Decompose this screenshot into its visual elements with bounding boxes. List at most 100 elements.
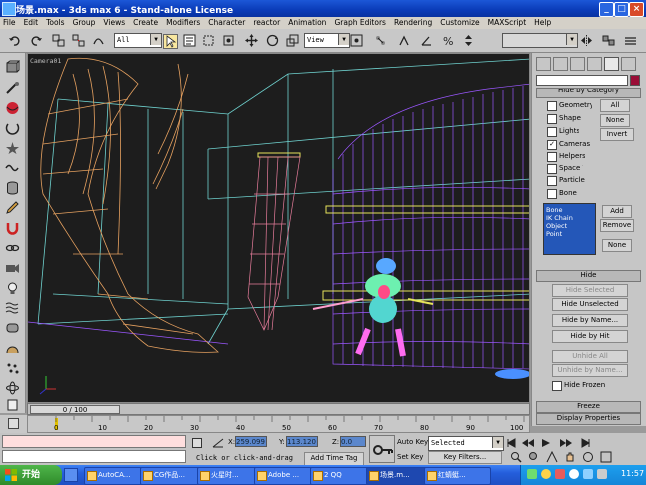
mini-curve-editor-icon[interactable] <box>8 418 19 429</box>
menu-modifiers[interactable]: Modifiers <box>162 17 204 29</box>
time-slider[interactable]: 0 / 100 <box>27 403 530 415</box>
chain-icon[interactable] <box>5 241 20 255</box>
menu-character[interactable]: Character <box>204 17 249 29</box>
list-item[interactable]: Bone <box>546 206 593 214</box>
maximize-viewport-icon[interactable] <box>600 451 612 463</box>
object-name-field[interactable] <box>536 75 628 86</box>
tray-icon[interactable] <box>527 469 537 479</box>
reference-coordinate-dropdown[interactable]: View ▼ <box>304 33 350 48</box>
scale-icon[interactable] <box>286 34 299 47</box>
menu-tools[interactable]: Tools <box>42 17 68 29</box>
auto-key-button[interactable]: Auto Key <box>397 438 428 447</box>
wave-icon[interactable] <box>5 161 20 175</box>
tray-icon[interactable] <box>583 469 593 479</box>
space-warps-checkbox[interactable] <box>547 164 557 174</box>
angle-snap-icon[interactable] <box>420 34 433 47</box>
select-object-icon[interactable] <box>163 34 178 49</box>
cameras-checkbox[interactable]: ✓ <box>547 140 557 150</box>
bone-checkbox[interactable] <box>547 189 557 199</box>
percent-snap-icon[interactable]: % <box>442 34 455 48</box>
menu-graph-editors[interactable]: Graph Editors <box>330 17 390 29</box>
go-to-end-icon[interactable] <box>581 437 591 447</box>
none-button[interactable]: None <box>600 114 630 127</box>
close-button[interactable]: × <box>629 2 644 17</box>
unhide-all-button[interactable]: Unhide All <box>552 350 628 363</box>
camera-icon[interactable] <box>5 261 20 275</box>
none-list-button[interactable]: None <box>602 239 632 252</box>
minimize-button[interactable]: _ <box>599 2 614 17</box>
select-and-link-icon[interactable] <box>52 34 65 47</box>
modify-icon[interactable] <box>5 81 20 95</box>
freeze-rollout[interactable]: Freeze <box>536 401 641 413</box>
orbit-icon[interactable] <box>582 451 594 463</box>
add-time-tag-button[interactable]: Add Time Tag <box>304 452 364 466</box>
menu-rendering[interactable]: Rendering <box>390 17 436 29</box>
set-key-button[interactable]: Set Key <box>397 453 423 462</box>
zoom-all-icon[interactable] <box>528 451 540 463</box>
object-color-swatch[interactable] <box>630 75 640 86</box>
pivot-center-icon[interactable] <box>350 34 363 47</box>
utilities-tab-icon[interactable] <box>621 57 636 71</box>
next-frame-icon[interactable] <box>559 437 573 447</box>
tray-icon[interactable] <box>569 469 579 479</box>
rectangular-selection-icon[interactable] <box>202 34 215 47</box>
pan-icon[interactable] <box>564 451 576 463</box>
set-key-toggle[interactable] <box>369 435 395 463</box>
tube-icon[interactable] <box>5 321 20 335</box>
clock[interactable]: 11:57 <box>621 469 644 478</box>
particle-checkbox[interactable] <box>547 176 557 186</box>
atom-icon[interactable] <box>5 381 20 395</box>
create-tab-icon[interactable] <box>536 57 551 71</box>
hide-selected-button[interactable]: Hide Selected <box>552 284 628 297</box>
hide-by-category-rollout[interactable]: Hide by Category <box>536 88 641 98</box>
window-crossing-icon[interactable] <box>222 34 235 47</box>
y-coordinate-field[interactable]: 113.120 <box>286 436 318 447</box>
hide-unselected-button[interactable]: Hide Unselected <box>552 298 628 311</box>
select-manipulate-icon[interactable] <box>374 34 387 47</box>
light-icon[interactable] <box>5 281 20 295</box>
hide-by-hit-button[interactable]: Hide by Hit <box>552 330 628 343</box>
go-to-start-icon[interactable] <box>507 437 517 447</box>
previous-frame-icon[interactable] <box>521 437 535 447</box>
invert-button[interactable]: Invert <box>600 128 634 141</box>
hide-rollout[interactable]: Hide <box>536 270 641 282</box>
maxscript-listener-mini[interactable] <box>2 435 186 448</box>
play-icon[interactable] <box>541 437 551 447</box>
taskbar-item[interactable]: 红蜻蜓... <box>424 467 491 485</box>
modify-tab-icon[interactable] <box>553 57 568 71</box>
menu-edit[interactable]: Edit <box>20 17 43 29</box>
menu-views[interactable]: Views <box>99 17 129 29</box>
speaker-icon[interactable] <box>597 469 607 479</box>
snap-toggle-icon[interactable] <box>398 34 411 47</box>
render-icon[interactable] <box>5 341 20 355</box>
align-icon[interactable] <box>602 34 615 47</box>
time-slider-handle[interactable]: 0 / 100 <box>30 405 120 414</box>
particles-icon[interactable] <box>5 361 20 375</box>
zoom-icon[interactable] <box>510 451 522 463</box>
menu-customize[interactable]: Customize <box>436 17 483 29</box>
helpers-checkbox[interactable] <box>547 152 557 162</box>
spinner-snap-icon[interactable] <box>462 34 475 47</box>
cloth-icon[interactable] <box>5 301 20 315</box>
sphere-icon[interactable] <box>5 101 20 115</box>
quick-launch-icon[interactable] <box>64 468 78 482</box>
remove-button[interactable]: Remove <box>600 219 634 232</box>
bind-space-warp-icon[interactable] <box>92 34 105 47</box>
menu-file[interactable]: File <box>0 17 20 29</box>
list-item[interactable]: IK Chain Object <box>546 214 593 230</box>
move-icon[interactable] <box>245 34 258 47</box>
geometry-checkbox[interactable] <box>547 101 557 111</box>
list-item[interactable]: Point <box>546 230 593 238</box>
pencil-icon[interactable] <box>5 201 20 215</box>
display-tab-icon[interactable] <box>604 57 619 71</box>
magnet-icon[interactable] <box>5 221 20 235</box>
hide-by-name-button[interactable]: Hide by Name... <box>552 314 628 327</box>
select-by-name-icon[interactable] <box>183 34 196 47</box>
key-filters-button[interactable]: Key Filters... <box>428 451 502 464</box>
add-button[interactable]: Add <box>602 205 632 218</box>
undo-icon[interactable] <box>8 34 21 47</box>
all-button[interactable]: All <box>600 99 630 112</box>
maximize-button[interactable]: □ <box>614 2 629 17</box>
lock-selection-icon[interactable] <box>192 438 202 448</box>
cylinder-icon[interactable] <box>5 181 20 195</box>
